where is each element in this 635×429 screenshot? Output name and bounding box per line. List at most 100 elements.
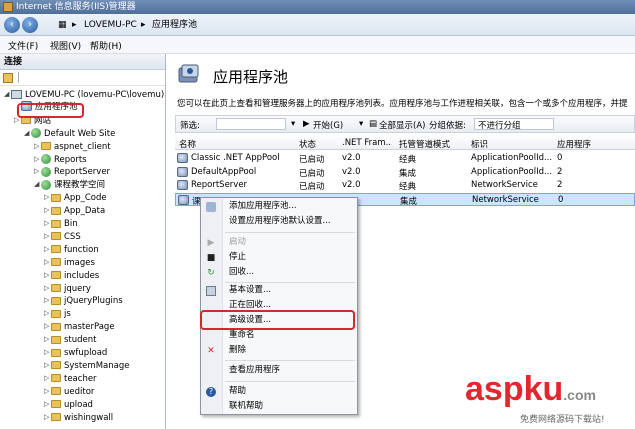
expand-arrow-icon[interactable]: ▷ (44, 307, 51, 320)
menu-separator-4 (225, 381, 355, 382)
tree-node[interactable]: ▷ CSS (44, 230, 81, 243)
menu-stop[interactable]: ■ 停止 (201, 251, 357, 264)
expand-arrow-icon[interactable]: ▷ (34, 140, 41, 153)
folder-icon (51, 245, 61, 254)
tree-node[interactable]: ▷ includes (44, 269, 99, 282)
table-row[interactable]: Classic .NET AppPool 已启动 v2.0 经典 Application… (175, 152, 635, 165)
menu-recycle[interactable]: ↻ 回收... (201, 266, 357, 279)
expand-arrow-icon[interactable]: ▷ (44, 269, 51, 282)
tree-node-label: teacher (64, 373, 97, 384)
expand-arrow-icon[interactable]: ▷ (44, 372, 51, 385)
tree-node[interactable]: ◢ 课程教学空间 (34, 178, 105, 191)
filter-dropdown-icon[interactable]: ▾ (291, 119, 295, 129)
col-pipeline[interactable]: 托管管道模式 (399, 138, 464, 150)
tree-node[interactable]: ▷ student (44, 333, 97, 346)
expand-arrow-icon[interactable]: ▷ (44, 320, 51, 333)
tree-node[interactable]: ▷ images (44, 256, 95, 269)
col-identity[interactable]: 标识 (471, 138, 551, 150)
tree-node[interactable]: ▷ wishingwall (44, 411, 113, 424)
menu-rename[interactable]: 重命名 (201, 329, 357, 342)
grid-header: 名称 状态 .NET Fram... 托管管道模式 标识 应用程序 (175, 135, 635, 150)
expand-arrow-icon[interactable]: ▷ (44, 217, 51, 230)
col-dotnet[interactable]: .NET Fram... (342, 138, 392, 148)
iis-app-icon (3, 2, 13, 12)
folder-icon (51, 348, 61, 357)
tree-node[interactable]: ▷ js (44, 307, 71, 320)
tree-node[interactable]: ▷ swfupload (44, 346, 107, 359)
tree-node[interactable]: ▷ teacher (44, 372, 97, 385)
expand-arrow-icon[interactable]: ▷ (44, 256, 51, 269)
group-by-select[interactable]: 不进行分组 (474, 118, 554, 131)
expand-arrow-icon[interactable]: ▷ (34, 153, 41, 166)
expand-arrow-icon[interactable]: ▷ (44, 411, 51, 424)
expand-arrow-icon[interactable]: ▷ (44, 385, 51, 398)
filter-input[interactable] (216, 118, 286, 130)
table-cell: 集成 (399, 168, 417, 179)
menu-basic-settings[interactable]: 基本设置... (201, 284, 357, 297)
folder-icon (51, 400, 61, 409)
breadcrumb-app-pools[interactable]: 应用程序池 (152, 18, 197, 32)
expand-arrow-icon[interactable]: ▷ (44, 359, 51, 372)
expand-arrow-icon[interactable]: ◢ (24, 127, 31, 140)
tree-node[interactable]: ▷ upload (44, 398, 93, 411)
breadcrumb-server[interactable]: LOVEMU-PC (84, 18, 137, 32)
menu-help[interactable]: 帮助(H) (90, 39, 122, 52)
menu-start[interactable]: ▶ 启动 (201, 236, 357, 249)
table-cell: NetworkService (471, 180, 538, 190)
start-button[interactable]: 开始(G) (313, 119, 343, 131)
expand-arrow-icon[interactable]: ▷ (44, 191, 51, 204)
connect-icon[interactable] (3, 73, 13, 83)
menu-add-app-pool[interactable]: 添加应用程序池... (201, 200, 357, 213)
tree-node[interactable]: ▷ App_Data (44, 204, 105, 217)
expand-arrow-icon[interactable]: ▷ (44, 398, 51, 411)
tree-node-label: wishingwall (64, 412, 114, 423)
col-name[interactable]: 名称 (179, 138, 289, 150)
menu-online-help[interactable]: 联机帮助 (201, 400, 357, 413)
expand-arrow-icon[interactable]: ◢ (4, 88, 11, 101)
menu-view[interactable]: 视图(V) (50, 39, 81, 52)
table-row[interactable]: DefaultAppPool 已启动 v2.0 集成 ApplicationPoolId… (175, 166, 635, 179)
menu-set-defaults[interactable]: 设置应用程序池默认设置... (201, 215, 357, 228)
forward-arrow-icon[interactable]: › (22, 17, 38, 33)
menu-help[interactable]: ? 帮助 (201, 385, 357, 398)
col-applications[interactable]: 应用程序 (557, 138, 617, 150)
tree-node[interactable]: ▷ ueditor (44, 385, 94, 398)
tree-node[interactable]: ▷ Reports (34, 153, 87, 166)
tree-node[interactable]: ◢ Default Web Site (24, 127, 115, 140)
tree-node[interactable]: ▷ SystemManage (44, 359, 129, 372)
filter-label: 筛选: (180, 121, 200, 131)
table-row[interactable]: ReportServer 已启动 v2.0 经典 NetworkService 2 (175, 179, 635, 192)
menu-file[interactable]: 文件(F) (8, 39, 38, 52)
tree-node[interactable]: ◢ LOVEMU-PC (lovemu-PC\lovemu) (4, 88, 164, 101)
expand-arrow-icon[interactable]: ▷ (44, 346, 51, 359)
tree-node[interactable]: ▷ Bin (44, 217, 78, 230)
col-status[interactable]: 状态 (299, 138, 339, 150)
tree-node[interactable]: ▷ masterPage (44, 320, 115, 333)
expand-arrow-icon[interactable]: ▷ (44, 333, 51, 346)
expand-arrow-icon[interactable]: ▷ (44, 294, 51, 307)
expand-arrow-icon[interactable]: ▷ (44, 243, 51, 256)
dropdown-icon[interactable]: ▾ (359, 119, 363, 129)
tree-node[interactable]: ▷ aspnet_client (34, 140, 111, 153)
tree-node-label: js (64, 309, 71, 320)
tree-node[interactable]: ▷ jQueryPlugins (44, 294, 123, 307)
expand-arrow-icon[interactable]: ◢ (34, 178, 41, 191)
show-all-button[interactable]: 全部显示(A) (379, 119, 425, 131)
expand-arrow-icon[interactable]: ▷ (44, 230, 51, 243)
back-arrow-icon[interactable]: ‹ (4, 17, 20, 33)
menu-view-applications[interactable]: 查看应用程序 (201, 364, 357, 377)
tree-node[interactable]: ▷ ReportServer (34, 165, 110, 178)
tree-node[interactable]: ▷ function (44, 243, 99, 256)
menu-separator-2 (225, 282, 355, 283)
expand-arrow-icon[interactable]: ▷ (34, 165, 41, 178)
expand-arrow-icon[interactable]: ▷ (44, 282, 51, 295)
tree-node[interactable]: ▷ App_Code (44, 191, 107, 204)
tree-node[interactable]: ▷ jquery (44, 282, 91, 295)
watermark-ku: ku (523, 370, 564, 408)
folder-icon (51, 374, 61, 383)
menu-delete[interactable]: ✕ 删除 (201, 344, 357, 357)
folder-icon (51, 335, 61, 344)
context-menu: 添加应用程序池... 设置应用程序池默认设置... ▶ 启动 ■ 停止 ↻ 回收...… (200, 197, 358, 415)
expand-arrow-icon[interactable]: ▷ (44, 204, 51, 217)
table-cell: ReportServer (191, 180, 248, 190)
